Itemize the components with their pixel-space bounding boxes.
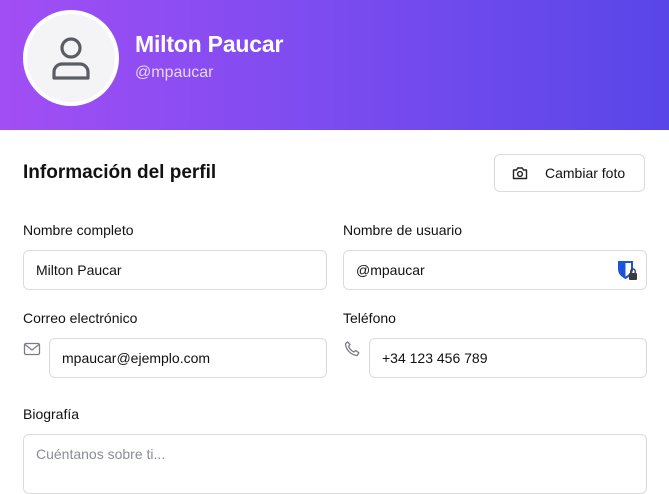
bio-label: Biografía (23, 406, 80, 422)
mail-icon (23, 340, 41, 358)
phone-value: +34 123 456 789 (382, 350, 488, 366)
avatar[interactable] (23, 10, 119, 106)
username-label: Nombre de usuario (343, 222, 463, 238)
email-label: Correo electrónico (23, 310, 138, 326)
email-input[interactable]: mpaucar@ejemplo.com (49, 338, 327, 378)
phone-label: Teléfono (343, 310, 396, 326)
avatar-placeholder (27, 14, 115, 102)
profile-name: Milton Paucar (135, 31, 284, 57)
profile-handle: @mpaucar (135, 64, 214, 81)
email-value: mpaucar@ejemplo.com (62, 350, 211, 366)
bio-textarea[interactable]: Cuéntanos sobre ti... (23, 434, 647, 494)
full-name-input[interactable]: Milton Paucar (23, 250, 327, 290)
bio-placeholder: Cuéntanos sobre ti... (36, 446, 166, 462)
full-name-value: Milton Paucar (36, 262, 122, 278)
change-photo-button[interactable]: Cambiar foto (494, 154, 645, 192)
user-icon (52, 37, 90, 80)
phone-icon (343, 340, 361, 358)
section-title: Información del perfil (23, 162, 217, 183)
username-value: @mpaucar (356, 262, 425, 278)
full-name-label: Nombre completo (23, 222, 134, 238)
username-input[interactable]: @mpaucar (343, 250, 647, 290)
phone-input[interactable]: +34 123 456 789 (369, 338, 647, 378)
password-manager-shield-icon[interactable] (616, 259, 638, 281)
profile-banner: Milton Paucar @mpaucar (0, 0, 669, 130)
change-photo-label: Cambiar foto (545, 165, 626, 181)
camera-icon (512, 165, 528, 181)
